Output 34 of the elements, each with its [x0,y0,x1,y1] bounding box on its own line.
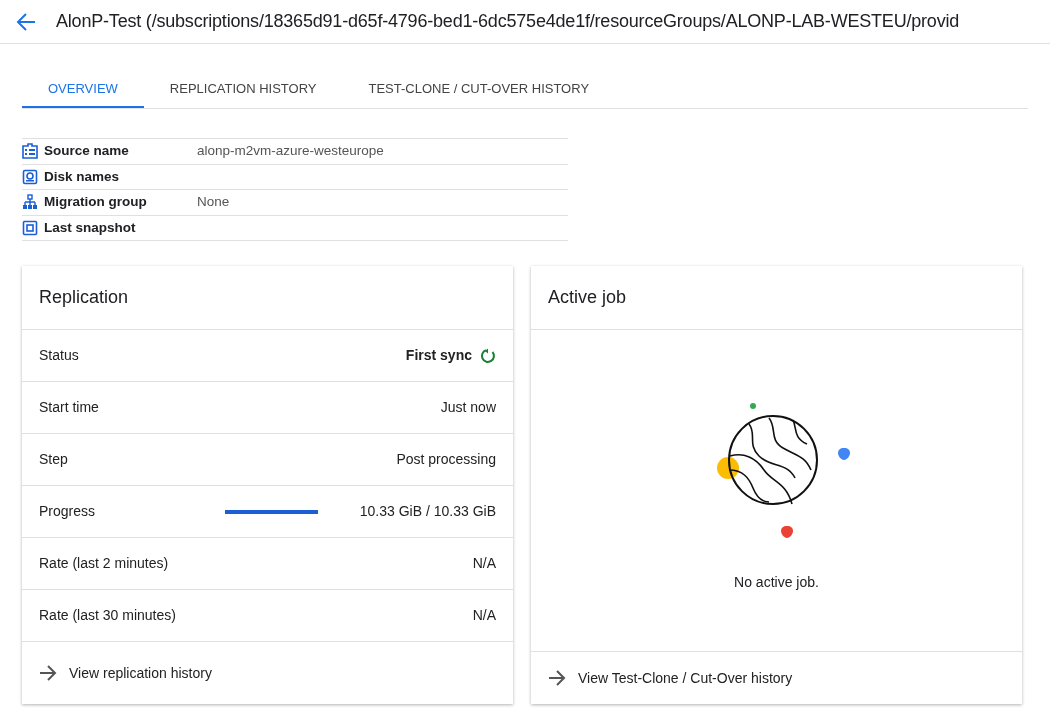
snapshot-icon [22,219,38,236]
arrow-right-icon [548,670,566,686]
row-value: N/A [472,554,496,573]
detail-value: None [197,193,230,212]
page-title: AlonP-Test (/subscriptions/18365d91-d65f-4796-bed1-6dc575e4de1f/resourceGroups/ALONP-LAB-WESTEU/provid [56,10,960,33]
row-value: Post processing [396,450,496,469]
row-label: Start time [39,398,99,417]
card-title: Replication [39,286,129,309]
view-history-link[interactable]: View replication history [22,642,513,704]
tab[interactable]: OVERVIEW [22,71,144,108]
detail-label: Source name [44,142,130,161]
row-label: Rate (last 30 minutes) [39,606,176,625]
detail-label: Migration group [44,193,148,212]
status-value: First sync [405,346,472,365]
row-value: N/A [472,606,496,625]
tab[interactable]: TEST-CLONE / CUT-OVER HISTORY [342,71,616,108]
detail-label: Last snapshot [44,218,137,237]
empty-message: No active job. [734,573,819,592]
building-icon [22,143,38,160]
detail-value: alonp-m2vm-azure-westeurope [197,142,384,161]
hierarchy-icon [22,194,38,211]
row-label: Progress [39,502,96,521]
back-button[interactable] [16,12,36,31]
row-label: Rate (last 2 minutes) [39,554,169,573]
detail-label: Disk names [44,167,121,186]
progress-value: 10.33 GiB / 10.33 GiB [359,502,496,521]
tab[interactable]: REPLICATION HISTORY [143,71,343,108]
row-label: Step [39,450,68,469]
view-history-link[interactable]: View Test-Clone / Cut-Over history [531,652,1022,704]
card-title: Active job [548,286,627,309]
row-value: Just now [440,398,496,417]
arrow-right-icon [39,665,57,681]
sync-icon [480,347,496,364]
row-label: Status [39,346,79,365]
